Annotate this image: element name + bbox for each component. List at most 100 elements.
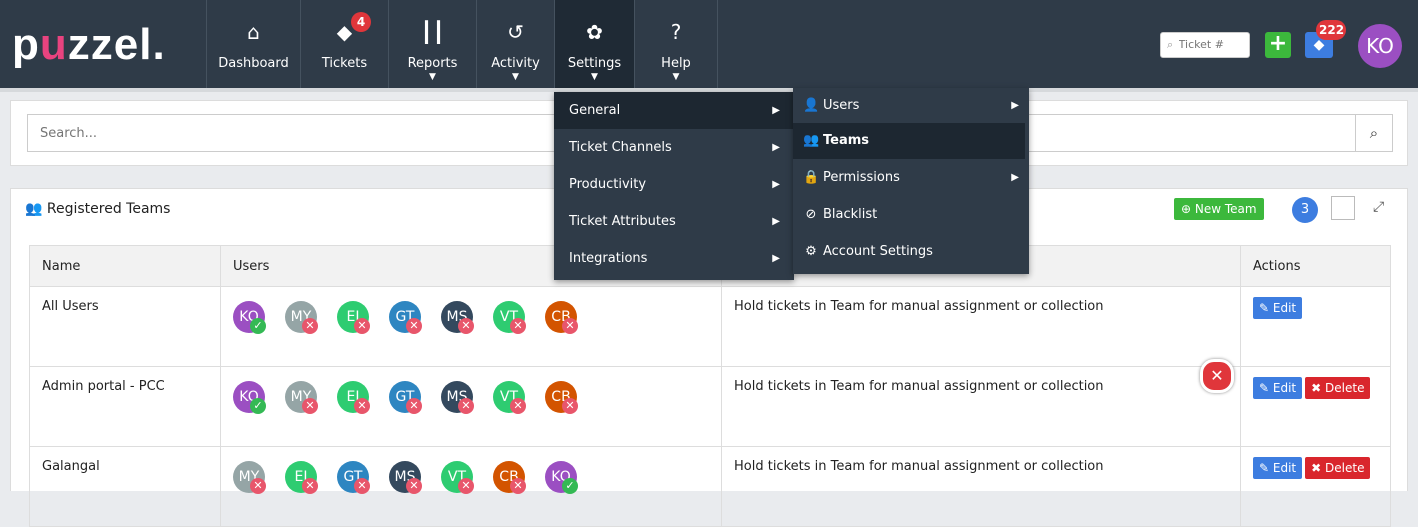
user-icon: 👤 (803, 98, 820, 113)
offline-status-icon: ✕ (562, 318, 578, 334)
nav-tickets-label: Tickets (321, 56, 368, 71)
user-avatar[interactable]: GT ✕ (337, 461, 370, 494)
team-name: Galangal (29, 446, 221, 527)
user-avatar[interactable]: VT ✕ (493, 301, 526, 334)
submenu-item-permissions[interactable]: 🔒 Permissions ▶ (793, 160, 1029, 196)
offline-status-icon: ✕ (406, 318, 422, 334)
search-button[interactable]: ⌕ (1355, 114, 1393, 152)
user-avatar[interactable]: EJ ✕ (337, 381, 370, 414)
submenu-item-blacklist[interactable]: ⊘ Blacklist (793, 197, 1029, 233)
nav-dashboard[interactable]: ⌂ Dashboard (206, 0, 300, 88)
user-avatar[interactable]: KO ✓ (233, 381, 266, 414)
chevron-right-icon: ▶ (772, 105, 780, 116)
team-name: Admin portal - PCC (29, 366, 221, 447)
online-status-icon: ✓ (250, 398, 266, 414)
ban-icon: ⊘ (805, 207, 817, 222)
offline-status-icon: ✕ (302, 318, 318, 334)
nav-reports-label: Reports (407, 56, 458, 71)
chevron-right-icon: ▶ (772, 216, 780, 227)
history-icon: ↺ (507, 20, 524, 44)
column-header-actions: Actions (1240, 245, 1391, 287)
nav-activity[interactable]: ↺ Activity ▼ (476, 0, 554, 88)
bar-chart-icon: ┃┃ (420, 20, 445, 44)
user-avatar[interactable]: MS ✕ (389, 461, 422, 494)
online-status-icon: ✓ (562, 478, 578, 494)
table-row: Galangal MY ✕ EJ ✕ GT ✕ MS ✕ VT ✕ CB ✕ KO ✓ Hold tick… (29, 446, 1391, 527)
menu-item-general[interactable]: General ▶ (554, 92, 794, 129)
lock-icon: 🔒 (803, 170, 820, 185)
menu-item-ticket-channels[interactable]: Ticket Channels ▶ (554, 129, 794, 166)
edit-button[interactable]: ✎ Edit (1253, 297, 1303, 319)
nav-help-label: Help (661, 56, 691, 71)
user-avatars: KO ✓ MY ✕ EJ ✕ GT ✕ MS ✕ VT ✕ CB ✕ (233, 287, 709, 347)
select-checkbox[interactable] (1331, 196, 1355, 220)
gear-icon: ⚙ (805, 244, 817, 259)
actions-cell: ✎ Edit ✖ Delete (1240, 446, 1391, 527)
delete-button[interactable]: ✖ Delete (1305, 377, 1371, 399)
user-avatars: KO ✓ MY ✕ EJ ✕ GT ✕ MS ✕ VT ✕ CB ✕ (233, 367, 709, 427)
user-avatar[interactable]: EJ ✕ (285, 461, 318, 494)
user-avatar[interactable]: KO (1358, 24, 1402, 68)
team-description: Hold tickets in Team for manual assignme… (721, 366, 1241, 447)
edit-button[interactable]: ✎ Edit (1253, 457, 1303, 479)
nav-tickets[interactable]: ◆ 4 Tickets (300, 0, 388, 88)
user-avatar[interactable]: EJ ✕ (337, 301, 370, 334)
delete-icon: ✖ (1311, 461, 1322, 475)
user-avatar[interactable]: CB ✕ (493, 461, 526, 494)
submenu-item-teams[interactable]: 👥 Teams (793, 123, 1025, 159)
table-row: All Users KO ✓ MY ✕ EJ ✕ GT ✕ MS ✕ VT ✕ CB ✕ Hold tic… (29, 286, 1391, 367)
chevron-down-icon: ▼ (429, 72, 436, 82)
ticket-search-box[interactable]: ⌕ (1160, 32, 1250, 58)
new-team-button[interactable]: ⊕ New Team (1174, 198, 1264, 220)
submenu-item-account-settings[interactable]: ⚙ Account Settings (793, 234, 1029, 270)
edit-button[interactable]: ✎ Edit (1253, 377, 1303, 399)
user-avatar[interactable]: MS ✕ (441, 301, 474, 334)
team-users-cell: KO ✓ MY ✕ EJ ✕ GT ✕ MS ✕ VT ✕ CB ✕ (220, 286, 722, 367)
edit-icon: ✎ (1259, 461, 1270, 475)
search-icon: ⌕ (1369, 124, 1379, 142)
menu-item-productivity[interactable]: Productivity ▶ (554, 166, 794, 203)
user-avatar[interactable]: CB ✕ (545, 381, 578, 414)
nav-help[interactable]: ? Help ▼ (634, 0, 718, 88)
delete-button[interactable]: ✖ Delete (1305, 457, 1371, 479)
offline-status-icon: ✕ (458, 318, 474, 334)
general-submenu: 👤 Users ▶ 👥 Teams 🔒 Permissions ▶ ⊘ Blacklist … (793, 88, 1029, 274)
user-avatar[interactable]: VT ✕ (493, 381, 526, 414)
nav-settings-label: Settings (567, 56, 622, 71)
submenu-item-users[interactable]: 👤 Users ▶ (793, 88, 1029, 124)
user-avatar[interactable]: MS ✕ (441, 381, 474, 414)
team-description: Hold tickets in Team for manual assignme… (721, 286, 1241, 367)
help-icon: ? (670, 20, 682, 44)
settings-dropdown-menu: General ▶ Ticket Channels ▶ Productivity ▶ … (554, 92, 794, 280)
nav-activity-label: Activity (491, 56, 540, 71)
nav-reports[interactable]: ┃┃ Reports ▼ (388, 0, 476, 88)
tickets-icon: ◆ (336, 20, 353, 44)
menu-item-integrations[interactable]: Integrations ▶ (554, 240, 794, 277)
offline-status-icon: ✕ (510, 318, 526, 334)
tag-count-badge: 222 (1316, 20, 1346, 40)
user-avatar[interactable]: MY ✕ (233, 461, 266, 494)
table-row: Admin portal - PCC KO ✓ MY ✕ EJ ✕ GT ✕ MS ✕ VT ✕ CB ✕… (29, 366, 1391, 447)
offline-status-icon: ✕ (302, 478, 318, 494)
offline-status-icon: ✕ (302, 398, 318, 414)
menu-item-ticket-attributes[interactable]: Ticket Attributes ▶ (554, 203, 794, 240)
user-avatar[interactable]: GT ✕ (389, 301, 422, 334)
puzzel-logo[interactable]: puzzel. (12, 20, 166, 70)
user-avatar[interactable]: KO ✓ (233, 301, 266, 334)
user-avatar[interactable]: CB ✕ (545, 301, 578, 334)
user-avatar[interactable]: MY ✕ (285, 301, 318, 334)
chevron-right-icon: ▶ (772, 253, 780, 264)
column-header-name: Name (29, 245, 221, 287)
user-avatars: MY ✕ EJ ✕ GT ✕ MS ✕ VT ✕ CB ✕ KO ✓ (233, 447, 709, 507)
nav-settings[interactable]: ✿ Settings ▼ (554, 0, 634, 88)
user-avatar[interactable]: MY ✕ (285, 381, 318, 414)
ticket-number-input[interactable] (1176, 37, 1241, 52)
user-avatar[interactable]: KO ✓ (545, 461, 578, 494)
user-avatar[interactable]: GT ✕ (389, 381, 422, 414)
user-avatar[interactable]: VT ✕ (441, 461, 474, 494)
close-circle-icon: ✕ (1200, 359, 1234, 393)
offline-status-icon: ✕ (354, 398, 370, 414)
add-button[interactable]: + (1265, 32, 1291, 58)
expand-icon[interactable]: ⤢ (1373, 199, 1384, 215)
team-name: All Users (29, 286, 221, 367)
